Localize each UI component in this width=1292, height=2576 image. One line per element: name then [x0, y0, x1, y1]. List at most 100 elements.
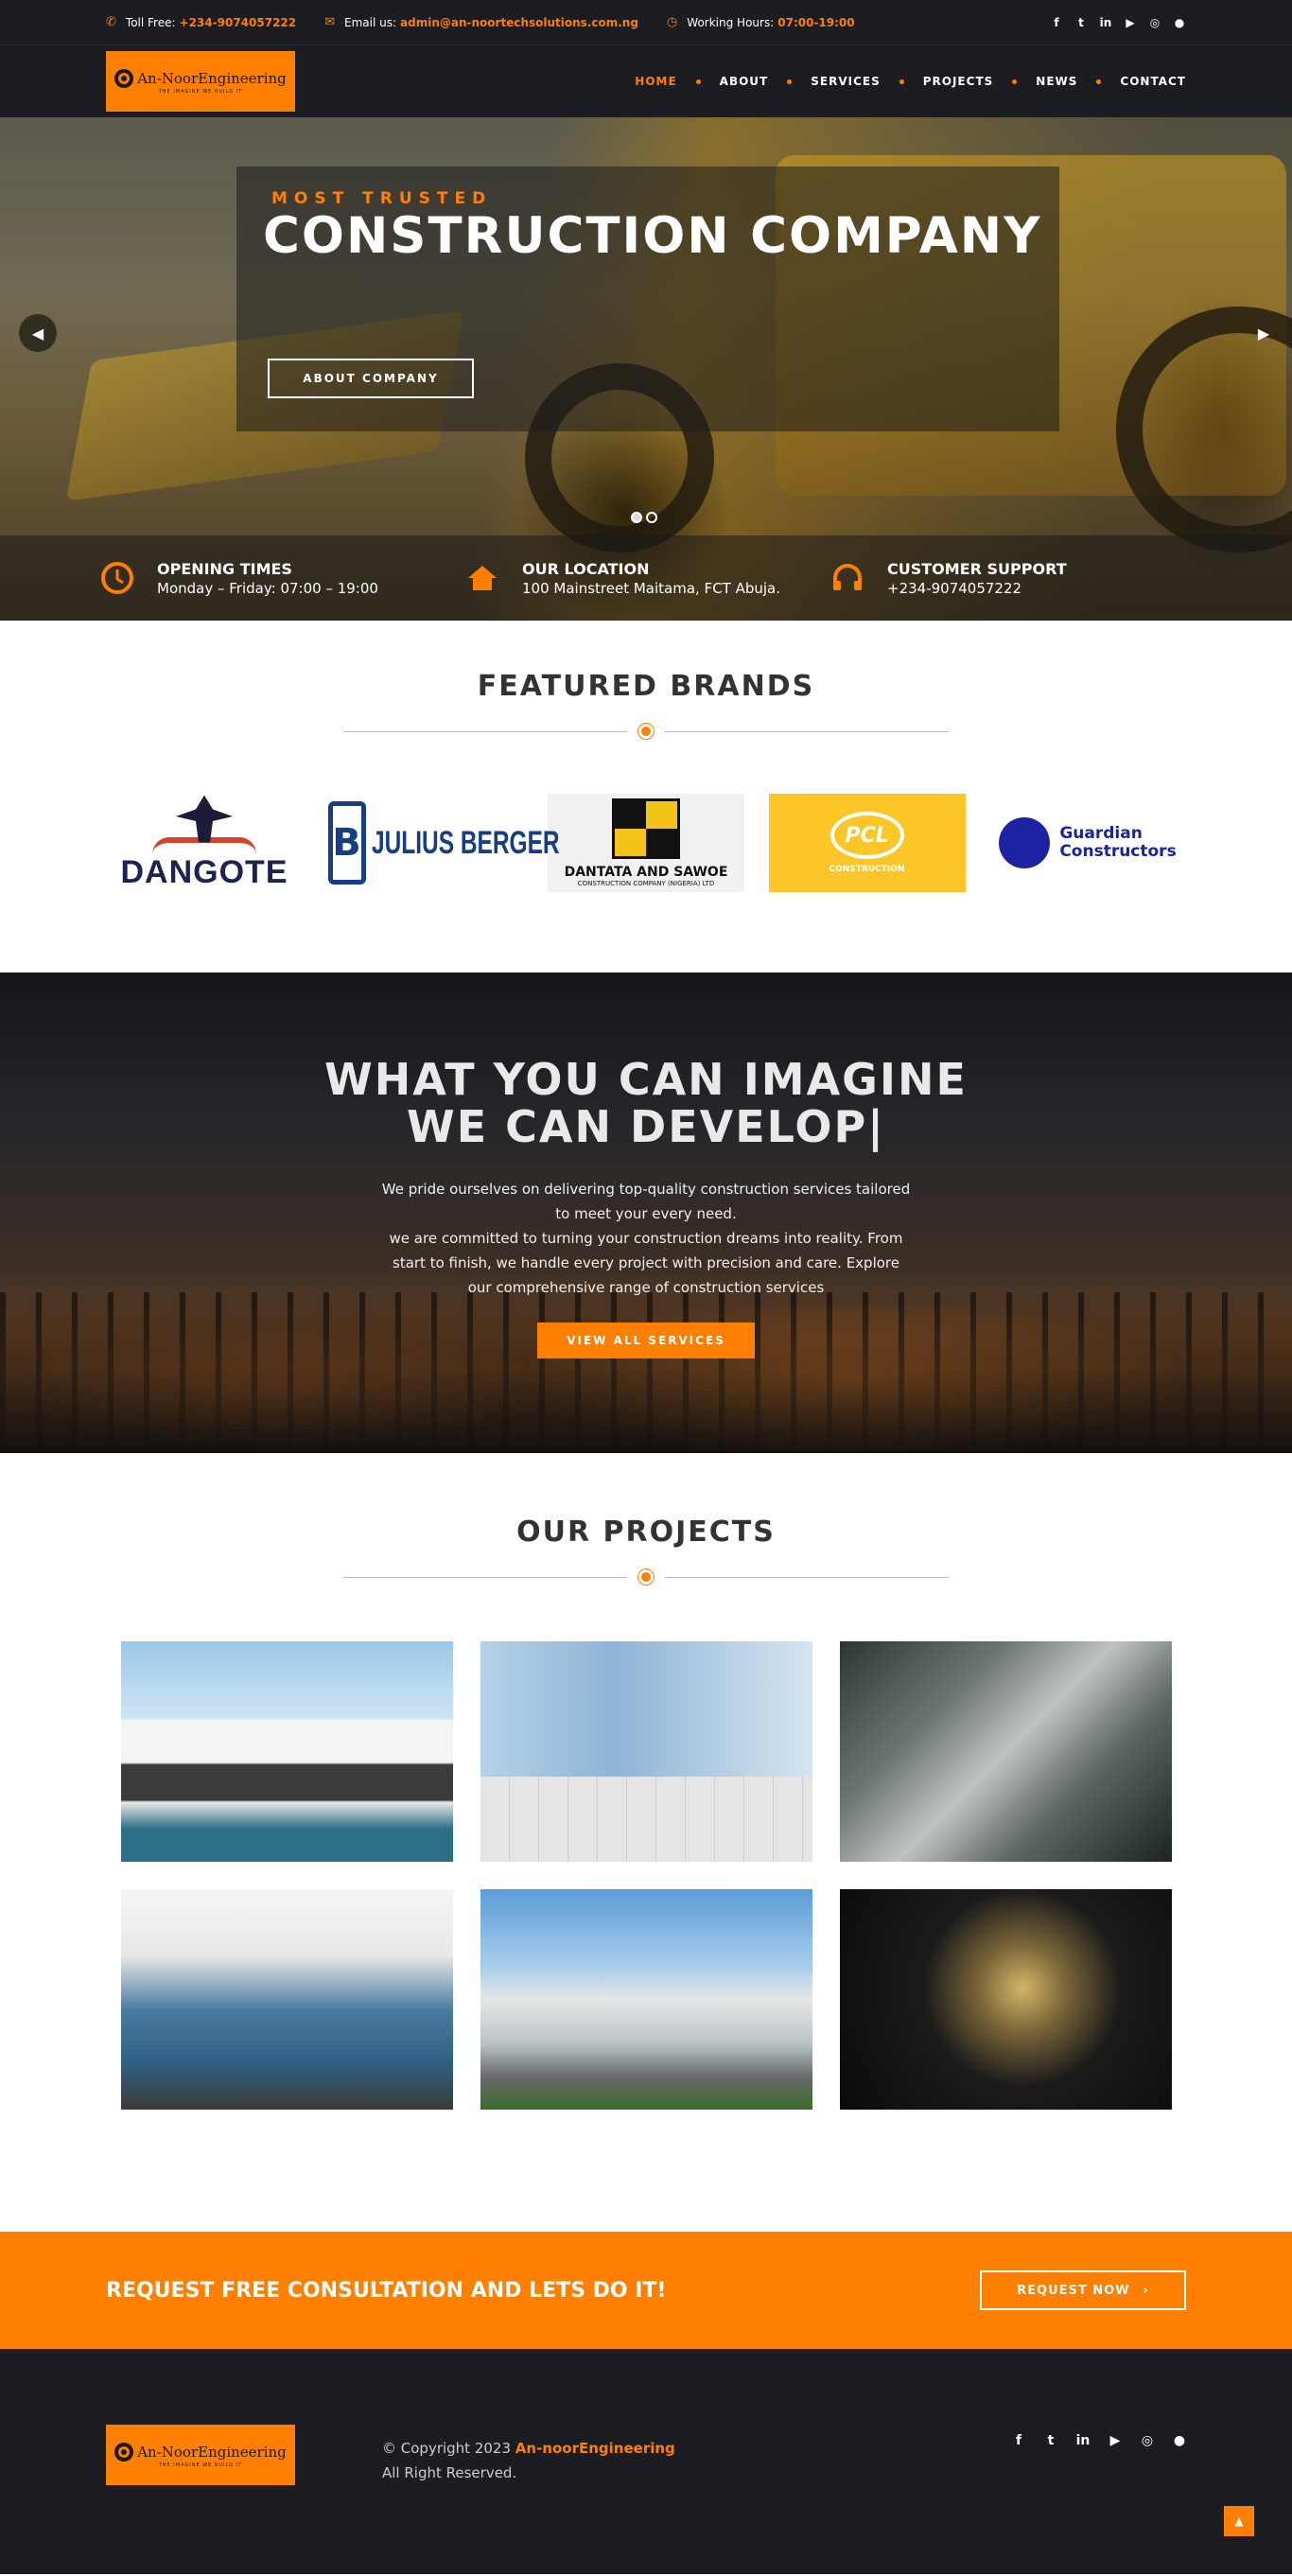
imagine-heading-line: WE CAN DEVELOP|	[407, 1101, 885, 1152]
copyright-line: © Copyright 2023 An-noorEngineering	[382, 2436, 675, 2461]
info-title: CUSTOMER SUPPORT	[887, 559, 1067, 578]
info-location: OUR LOCATION 100 Mainstreet Maitama, FCT…	[463, 559, 829, 597]
brand-logos: DANGOTE B JULIUS BERGER DANTATA AND SAWO…	[0, 794, 1292, 892]
section-title: FEATURED BRANDS	[477, 670, 815, 703]
checker-logo-icon	[612, 798, 680, 859]
slider-prev-button[interactable]: ◀	[19, 314, 57, 352]
logo-tagline: THE IMAGINE WE BUILD IT	[158, 2462, 243, 2468]
brand-subtitle: CONSTRUCTION COMPANY (NIGERIA) LTD	[577, 880, 715, 887]
email: ✉ Email us: admin@an-noortechsolutions.c…	[324, 15, 638, 29]
divider-line	[343, 1576, 627, 1578]
project-tile-engine-part[interactable]	[839, 1889, 1172, 2110]
section-divider	[0, 1569, 1292, 1585]
gear-icon	[114, 2442, 134, 2462]
view-all-services-button[interactable]: VIEW ALL SERVICES	[537, 1323, 755, 1358]
toll-free-number[interactable]: +234-9074057222	[180, 16, 297, 29]
brand-pcl[interactable]: PCL CONSTRUCTION	[768, 794, 966, 892]
linkedin-icon[interactable]: in	[1076, 2433, 1091, 2448]
slider-dot[interactable]	[646, 512, 657, 523]
home-icon	[463, 559, 501, 597]
chevron-up-icon: ▲	[1234, 2515, 1244, 2528]
gear-icon	[638, 724, 654, 739]
imagine-paragraph: we are committed to turning your constru…	[389, 1230, 903, 1296]
consultation-banner: REQUEST FREE CONSULTATION AND LETS DO IT…	[0, 2232, 1292, 2349]
instagram-icon[interactable]: ◎	[1148, 16, 1161, 29]
email-link[interactable]: admin@an-noortechsolutions.com.ng	[400, 16, 638, 29]
top-social-links: f t in ▶ ◎ ●	[1050, 16, 1186, 29]
gear-icon	[638, 1569, 654, 1585]
brand-dantata[interactable]: DANTATA AND SAWOE CONSTRUCTION COMPANY (…	[548, 794, 744, 892]
slider-dots	[631, 512, 657, 523]
linkedin-icon[interactable]: in	[1099, 16, 1112, 29]
project-tile-warehouse[interactable]	[480, 1889, 812, 2110]
project-tile-industrial-pipes[interactable]	[839, 1641, 1172, 1862]
project-tile-modern-villa[interactable]	[120, 1641, 453, 1862]
project-tile-office-tower[interactable]	[480, 1641, 812, 1862]
info-text: Monday – Friday: 07:00 – 19:00	[157, 579, 378, 597]
site-logo[interactable]: An-NoorEngineering THE IMAGINE WE BUILD …	[106, 51, 295, 112]
mountain-logo-icon	[999, 817, 1051, 868]
twitter-icon[interactable]: t	[1044, 2433, 1057, 2448]
copyright: © Copyright 2023 An-noorEngineering All …	[382, 2436, 675, 2485]
imagine-heading: WHAT YOU CAN IMAGINE WE CAN DEVELOP|	[0, 973, 1292, 1150]
nav-projects[interactable]: PROJECTS	[923, 75, 994, 88]
github-icon[interactable]: ●	[1173, 16, 1186, 29]
brand-name-line: Guardian	[1059, 824, 1143, 843]
top-bar: ✆ Toll Free: +234-9074057222 ✉ Email us:…	[0, 0, 1292, 45]
nav-services[interactable]: SERVICES	[811, 75, 880, 88]
info-title: OUR LOCATION	[522, 559, 650, 578]
nav-about[interactable]: ABOUT	[720, 75, 769, 88]
headset-icon	[829, 559, 866, 597]
brand-name: JULIUS BERGER	[371, 824, 560, 861]
facebook-icon[interactable]: f	[1012, 2433, 1025, 2448]
brand-julius-berger[interactable]: B JULIUS BERGER	[327, 794, 560, 892]
chevron-left-icon: ◀	[31, 324, 44, 342]
logo-name: An-NoorEngineering	[137, 2443, 287, 2461]
nav-home[interactable]: HOME	[635, 75, 676, 88]
youtube-icon[interactable]: ▶	[1124, 16, 1137, 29]
rights-text: All Right Reserved.	[382, 2464, 517, 2481]
divider-line	[665, 730, 949, 732]
eagle-icon	[176, 795, 233, 843]
about-company-button[interactable]: ABOUT COMPANY	[268, 359, 474, 398]
facebook-icon[interactable]: f	[1050, 16, 1063, 29]
slider-next-button[interactable]: ▶	[1245, 314, 1283, 352]
logo-tagline: THE IMAGINE WE BUILD IT	[158, 88, 243, 95]
toll-free-label: Toll Free:	[125, 15, 176, 29]
imagine-text: We pride ourselves on delivering top-qua…	[381, 1177, 911, 1300]
brand-subtitle: CONSTRUCTION	[829, 865, 905, 874]
info-text: 100 Mainstreet Maitama, FCT Abuja.	[522, 579, 781, 597]
envelope-icon: ✉	[324, 15, 336, 29]
nav-separator	[1096, 79, 1102, 84]
slider-dot[interactable]	[631, 512, 642, 523]
nav-news[interactable]: NEWS	[1036, 75, 1077, 88]
twitter-icon[interactable]: t	[1074, 16, 1088, 29]
info-text: +234-9074057222	[887, 579, 1022, 597]
info-support: CUSTOMER SUPPORT +234-9074057222	[829, 559, 1194, 597]
github-icon[interactable]: ●	[1173, 2433, 1186, 2448]
youtube-icon[interactable]: ▶	[1109, 2433, 1122, 2448]
hero-info-bar: OPENING TIMES Monday – Friday: 07:00 – 1…	[0, 535, 1292, 621]
info-opening-times: OPENING TIMES Monday – Friday: 07:00 – 1…	[98, 559, 463, 597]
instagram-icon[interactable]: ◎	[1141, 2433, 1154, 2448]
project-tile-glass-building[interactable]	[120, 1889, 453, 2110]
footer-social-links: f t in ▶ ◎ ●	[1012, 2433, 1186, 2448]
nav-contact[interactable]: CONTACT	[1120, 75, 1186, 88]
copyright-prefix: © Copyright 2023	[382, 2440, 512, 2457]
nav-separator	[695, 79, 701, 84]
scroll-to-top-button[interactable]: ▲	[1224, 2506, 1254, 2536]
email-label: Email us:	[344, 15, 397, 29]
project-grid	[0, 1641, 1292, 2110]
nav-separator	[1012, 79, 1018, 84]
imagine-heading-line: WHAT YOU CAN IMAGINE	[324, 1054, 968, 1105]
brand-guardian[interactable]: Guardian Constructors	[989, 794, 1186, 892]
toll-free: ✆ Toll Free: +234-9074057222	[106, 15, 296, 29]
brand-name-line: Constructors	[1059, 842, 1177, 861]
footer-brand-link[interactable]: An-noorEngineering	[515, 2440, 675, 2457]
logo-wordmark: An-NoorEngineering	[114, 2442, 287, 2462]
brand-dangote[interactable]: DANGOTE	[106, 794, 303, 892]
divider-line	[665, 1576, 949, 1578]
request-now-button[interactable]: REQUEST NOW ›	[980, 2270, 1186, 2310]
brand-name: DANTATA AND SAWOE	[564, 865, 728, 880]
footer-logo[interactable]: An-NoorEngineering THE IMAGINE WE BUILD …	[106, 2425, 295, 2485]
